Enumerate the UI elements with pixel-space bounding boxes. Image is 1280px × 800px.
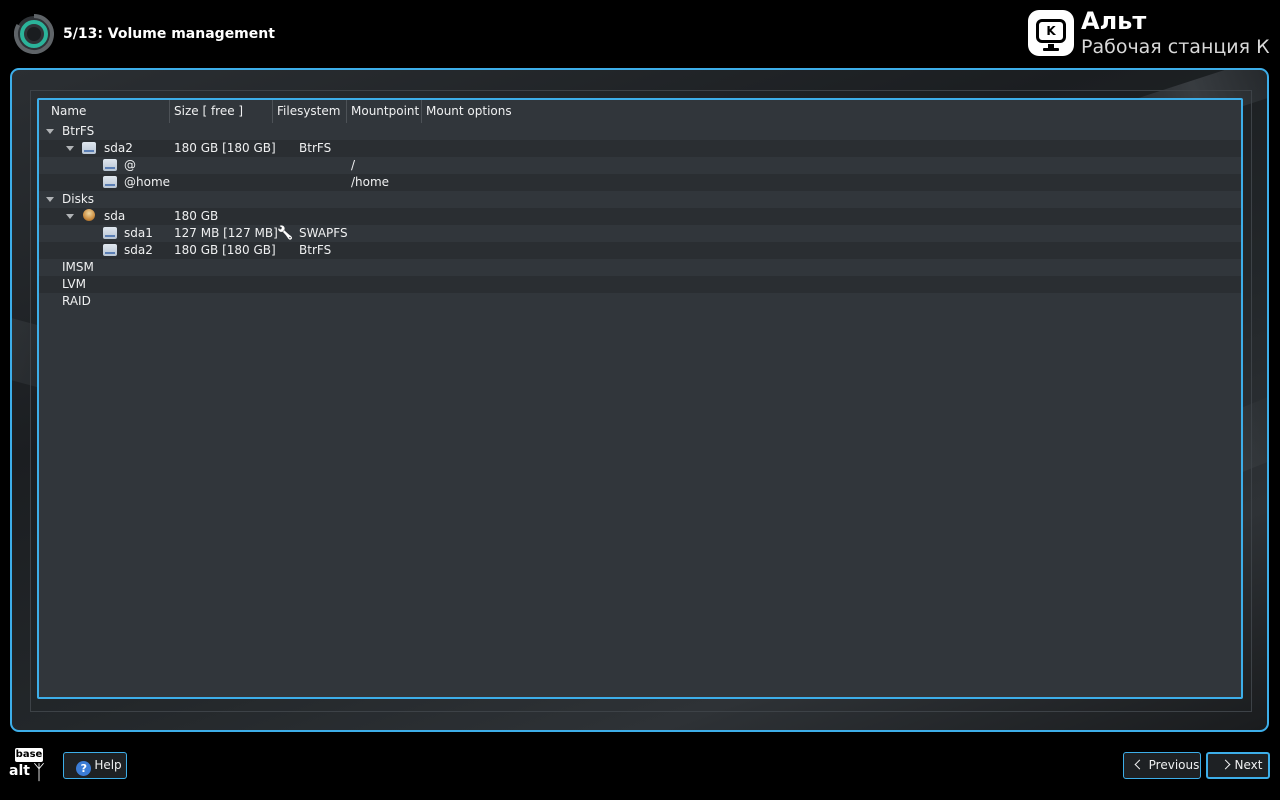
row-mountpoint: /home (351, 175, 390, 189)
row-name: @home (124, 175, 171, 189)
tree-row[interactable]: LVM (39, 276, 1241, 293)
brand-name: Альт (1081, 7, 1147, 35)
row-filesystem: BtrFS (299, 141, 332, 155)
volume-tree[interactable]: Name Size [ free ] Filesystem Mountpoint… (37, 98, 1243, 699)
brand-logo-icon: K (1028, 10, 1074, 56)
tree-row[interactable]: sda2 180 GB [180 GB] BtrFS (39, 242, 1241, 259)
column-header-mount-options[interactable]: Mount options (422, 100, 542, 123)
row-name: BtrFS (62, 124, 95, 138)
tree-row[interactable]: @home/home (39, 174, 1241, 191)
column-header-size[interactable]: Size [ free ] (170, 100, 273, 123)
row-name: sda1 (124, 226, 153, 240)
drive-icon (103, 176, 117, 188)
expand-arrow-icon[interactable] (46, 129, 54, 134)
row-name: @ (124, 158, 136, 172)
row-mountpoint: / (351, 158, 356, 172)
tree-rows: BtrFS sda2 180 GB [180 GB] BtrFS @ / @home/hom… (39, 123, 1241, 310)
row-filesystem: SWAPFS (299, 226, 348, 240)
row-name: sda2 (104, 141, 133, 155)
row-size: 180 GB [180 GB] (174, 141, 276, 155)
tree-row[interactable]: BtrFS (39, 123, 1241, 140)
column-header-mountpoint[interactable]: Mountpoint (347, 100, 422, 123)
previous-label: Previous (1148, 758, 1200, 772)
row-name: IMSM (62, 260, 94, 274)
next-button[interactable]: Next (1206, 752, 1270, 779)
row-name: RAID (62, 294, 91, 308)
tree-header: Name Size [ free ] Filesystem Mountpoint… (39, 100, 1241, 123)
progress-ring-icon (14, 14, 54, 54)
row-name: sda2 (124, 243, 153, 257)
drive-icon (103, 227, 117, 239)
help-label: Help (94, 758, 122, 772)
help-button[interactable]: ? Help (63, 752, 127, 779)
chevron-right-icon (1220, 759, 1230, 770)
row-size: 180 GB [180 GB] (174, 243, 276, 257)
row-name: Disks (62, 192, 95, 206)
tree-row[interactable]: sda 180 GB (39, 206, 1241, 225)
column-header-filesystem[interactable]: Filesystem (273, 100, 347, 123)
step-title: 5/13: Volume management (63, 26, 275, 42)
tree-row[interactable]: IMSM (39, 259, 1241, 276)
wrench-icon: 🔧 (277, 226, 294, 241)
chevron-left-icon (1134, 759, 1145, 770)
row-filesystem: BtrFS (299, 243, 332, 257)
tree-row[interactable]: sda1 127 MB [127 MB] 🔧 SWAPFS (39, 225, 1241, 242)
tree-row[interactable]: Disks (39, 191, 1241, 208)
expand-arrow-icon[interactable] (66, 214, 74, 219)
row-size: 127 MB [127 MB] (174, 226, 278, 240)
tree-row[interactable]: sda2 180 GB [180 GB] BtrFS (39, 140, 1241, 157)
brand-subtitle: Рабочая станция К (1081, 36, 1270, 58)
tree-row[interactable]: @ / (39, 157, 1241, 174)
basealt-logo: base alt ᛉ (9, 748, 45, 784)
drive-icon (103, 159, 117, 171)
column-header-name[interactable]: Name (47, 100, 170, 123)
previous-button[interactable]: Previous (1123, 752, 1201, 779)
expand-arrow-icon[interactable] (66, 146, 74, 151)
next-label: Next (1234, 758, 1263, 772)
hdd-icon (80, 206, 98, 224)
row-name: sda (104, 209, 126, 223)
row-name: LVM (62, 277, 86, 291)
help-icon: ? (76, 761, 92, 776)
drive-icon (82, 142, 96, 154)
expand-arrow-icon[interactable] (46, 197, 54, 202)
tree-row[interactable]: RAID (39, 293, 1241, 310)
drive-icon (103, 244, 117, 256)
row-size: 180 GB (174, 209, 219, 223)
